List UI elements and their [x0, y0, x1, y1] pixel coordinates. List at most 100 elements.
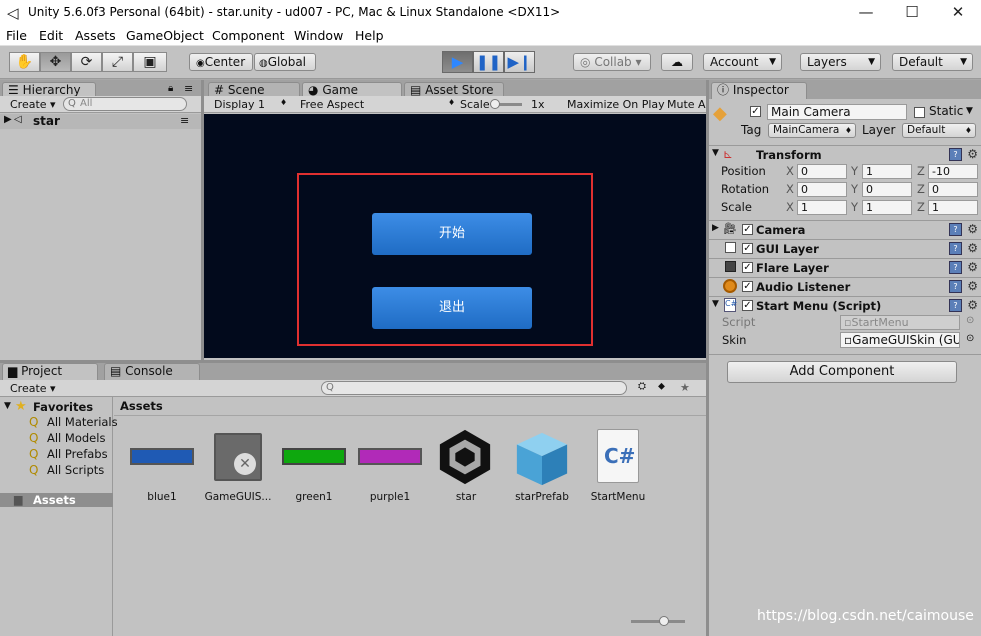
layout-dropdown[interactable]: Default ▼	[892, 53, 973, 71]
menu-gameobject[interactable]: GameObject	[126, 28, 204, 43]
tab-console[interactable]: ▤ Console	[104, 363, 200, 380]
scale-slider-handle[interactable]	[490, 99, 500, 109]
account-dropdown[interactable]: Account ▼	[703, 53, 782, 71]
menu-help[interactable]: Help	[355, 28, 384, 43]
display-dropdown[interactable]: Display 1	[214, 98, 265, 111]
breadcrumb[interactable]: Assets	[120, 399, 163, 413]
start-menu-script-header[interactable]: ▼ C# ✓ Start Menu (Script) ? ⚙	[709, 296, 981, 314]
menu-file[interactable]: File	[6, 28, 27, 43]
hierarchy-search-input[interactable]: Q All	[63, 97, 187, 111]
step-button[interactable]: ▶❙	[504, 51, 535, 73]
gear-icon[interactable]: ⚙	[967, 222, 978, 236]
static-checkbox[interactable]	[914, 107, 925, 118]
start-game-button[interactable]: 开始	[372, 213, 532, 255]
component-enabled-checkbox[interactable]: ✓	[742, 243, 753, 254]
rotation-y-field[interactable]: 0	[862, 182, 912, 197]
rotation-x-field[interactable]: 0	[797, 182, 847, 197]
favorite-item[interactable]: All Scripts	[47, 463, 104, 477]
menu-component[interactable]: Component	[212, 28, 285, 43]
foldout-open-icon[interactable]: ▼	[4, 401, 11, 411]
transform-component-header[interactable]: ▼ ⊾ Transform ? ⚙	[709, 145, 981, 163]
rotate-tool-icon[interactable]: ⟳	[71, 52, 102, 72]
scale-z-field[interactable]: 1	[928, 200, 978, 215]
flare-layer-component-header[interactable]: ✓ Flare Layer ? ⚙	[709, 258, 981, 276]
foldout-open-icon[interactable]: ▼	[712, 148, 719, 158]
gear-icon[interactable]: ⚙	[967, 260, 978, 274]
mute-audio-toggle[interactable]: Mute A	[667, 98, 706, 111]
collab-dropdown[interactable]: ◎ Collab ▾	[573, 53, 651, 71]
filter-type-icon[interactable]: ⛭	[638, 381, 646, 392]
tab-project[interactable]: ▆ Project	[2, 363, 98, 380]
icon-size-slider-handle[interactable]	[659, 616, 669, 626]
play-button[interactable]: ▶	[442, 51, 473, 73]
gear-icon[interactable]: ⚙	[967, 241, 978, 255]
gear-icon[interactable]: ⚙	[967, 298, 978, 312]
help-book-icon[interactable]: ?	[949, 242, 962, 255]
menu-window[interactable]: Window	[294, 28, 343, 43]
exit-game-button[interactable]: 退出	[372, 287, 532, 329]
gear-icon[interactable]: ⚙	[967, 147, 978, 161]
object-picker-icon[interactable]: ⊙	[966, 333, 974, 344]
add-component-button[interactable]: Add Component	[727, 361, 957, 383]
favorite-item[interactable]: All Materials	[47, 415, 118, 429]
cloud-button[interactable]: ☁	[661, 53, 693, 71]
active-checkbox[interactable]: ✓	[750, 106, 761, 117]
help-book-icon[interactable]: ?	[949, 299, 962, 312]
panel-menu-icon[interactable]: ≡	[184, 82, 193, 95]
pivot-center-toggle[interactable]: ◉Center	[189, 53, 253, 71]
foldout-open-icon[interactable]: ▼	[712, 299, 719, 309]
favorite-item[interactable]: All Models	[47, 431, 105, 445]
hierarchy-create-dropdown[interactable]: Create ▾	[10, 98, 56, 111]
scale-y-field[interactable]: 1	[862, 200, 912, 215]
favorites-label[interactable]: Favorites	[33, 400, 93, 414]
maximize-button[interactable]: ☐	[889, 0, 935, 26]
scale-tool-icon[interactable]: ⤢	[102, 52, 133, 72]
tag-dropdown[interactable]: MainCamera ♦	[768, 123, 856, 138]
menu-assets[interactable]: Assets	[75, 28, 116, 43]
skin-field[interactable]: ▫GameGUISkin (GU	[840, 332, 960, 348]
layer-dropdown[interactable]: Default ♦	[902, 123, 976, 138]
gui-layer-component-header[interactable]: ✓ GUI Layer ? ⚙	[709, 239, 981, 257]
project-search-input[interactable]: Q	[321, 381, 627, 395]
assets-folder-row[interactable]: ▆ Assets	[0, 493, 113, 507]
component-enabled-checkbox[interactable]: ✓	[742, 262, 753, 273]
aspect-dropdown[interactable]: Free Aspect	[300, 98, 364, 111]
component-enabled-checkbox[interactable]: ✓	[742, 300, 753, 311]
rotation-z-field[interactable]: 0	[928, 182, 978, 197]
expand-arrow-icon[interactable]: ▶	[4, 114, 12, 125]
icon-size-slider-track[interactable]	[631, 620, 685, 623]
hand-tool-icon[interactable]: ✋	[9, 52, 40, 72]
help-book-icon[interactable]: ?	[949, 280, 962, 293]
favorite-item[interactable]: All Prefabs	[47, 447, 108, 461]
help-book-icon[interactable]: ?	[949, 223, 962, 236]
pivot-global-toggle[interactable]: ◍Global	[254, 53, 316, 71]
position-x-field[interactable]: 0	[797, 164, 847, 179]
foldout-closed-icon[interactable]: ▶	[712, 223, 719, 233]
static-dropdown-icon[interactable]: ▼	[966, 106, 973, 116]
camera-component-header[interactable]: ▶ 🎥︎ ✓ Camera ? ⚙	[709, 220, 981, 238]
scene-row[interactable]: ▶ ◁ star ≡	[0, 114, 201, 129]
tab-inspector[interactable]: ⓘ Inspector	[711, 82, 807, 99]
rect-tool-icon[interactable]: ▣	[133, 52, 167, 72]
project-create-dropdown[interactable]: Create ▾	[10, 382, 56, 395]
help-book-icon[interactable]: ?	[949, 261, 962, 274]
filter-label-icon[interactable]: ⬥	[658, 381, 665, 392]
component-enabled-checkbox[interactable]: ✓	[742, 281, 753, 292]
scene-menu-icon[interactable]: ≡	[180, 114, 189, 127]
favorite-star-icon[interactable]: ★	[680, 381, 690, 394]
position-z-field[interactable]: -10	[928, 164, 978, 179]
lock-icon[interactable]: 🔒︎	[168, 83, 173, 94]
minimize-button[interactable]: —	[843, 0, 889, 26]
gear-icon[interactable]: ⚙	[967, 279, 978, 293]
component-enabled-checkbox[interactable]: ✓	[742, 224, 753, 235]
help-book-icon[interactable]: ?	[949, 148, 962, 161]
maximize-on-play-toggle[interactable]: Maximize On Play	[567, 98, 665, 111]
position-y-field[interactable]: 1	[862, 164, 912, 179]
menu-edit[interactable]: Edit	[39, 28, 63, 43]
layers-dropdown[interactable]: Layers ▼	[800, 53, 881, 71]
pause-button[interactable]: ❚❚	[473, 51, 504, 73]
object-name-field[interactable]: Main Camera	[767, 104, 907, 120]
scale-x-field[interactable]: 1	[797, 200, 847, 215]
close-button[interactable]: ✕	[935, 0, 981, 26]
audio-listener-component-header[interactable]: ✓ Audio Listener ? ⚙	[709, 277, 981, 295]
